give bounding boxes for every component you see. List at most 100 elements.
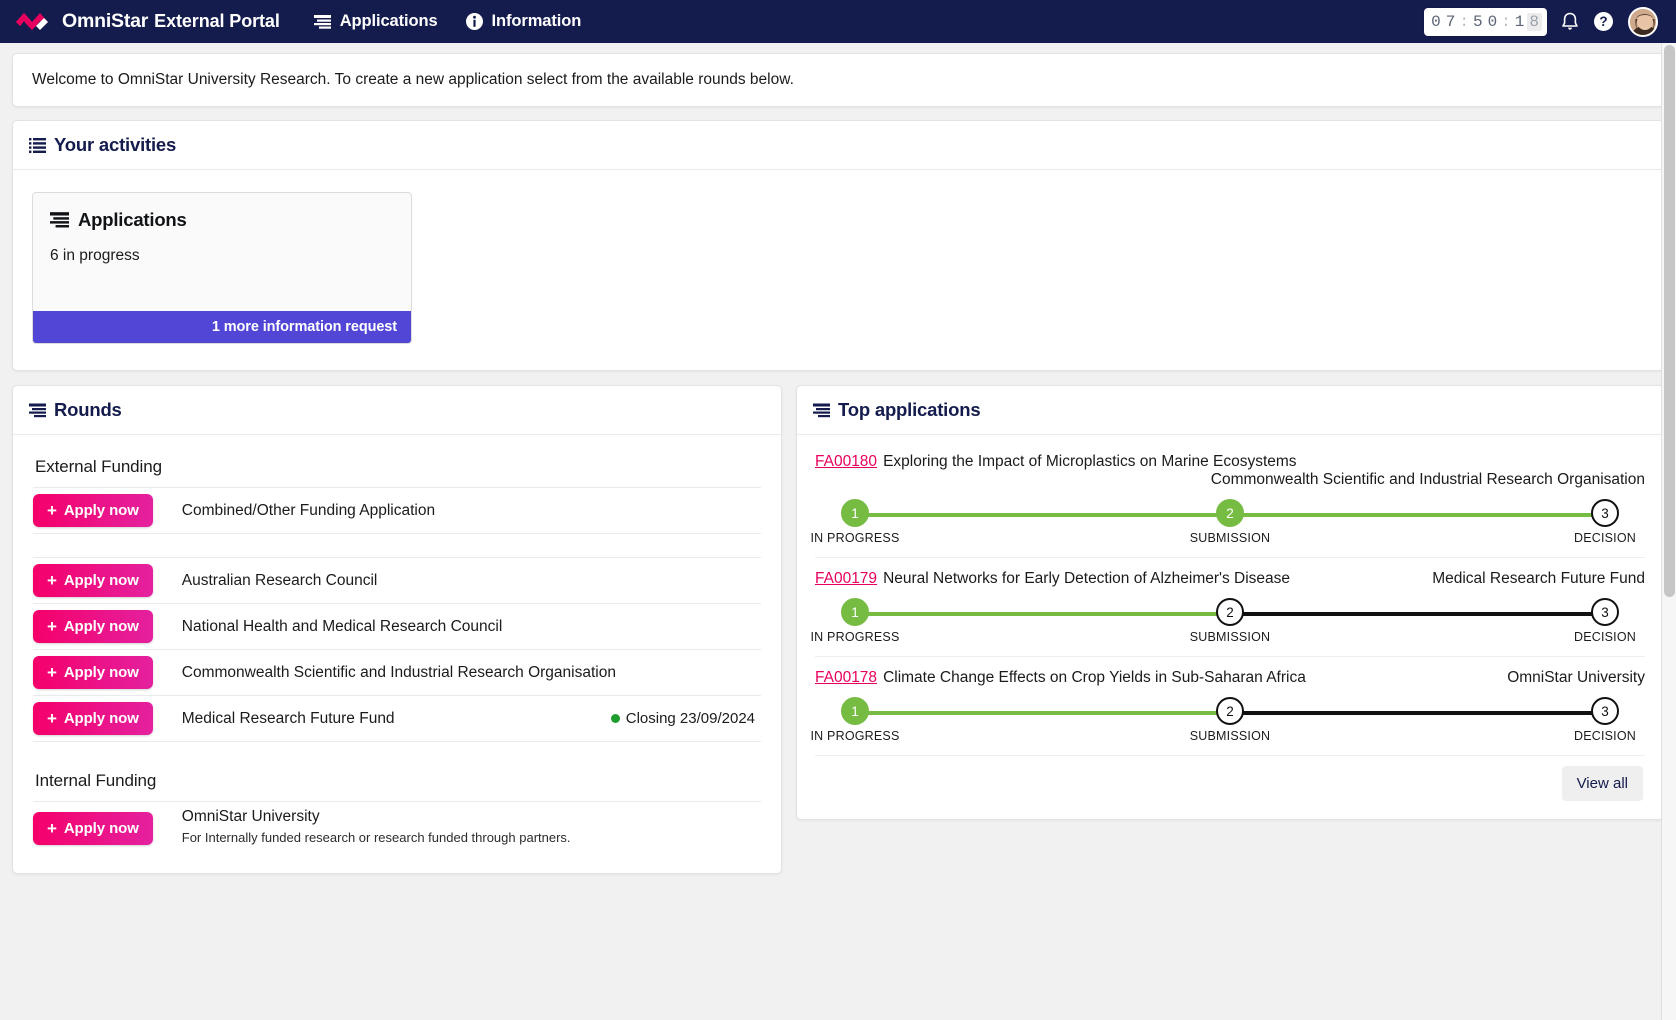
timer-digit: 5 bbox=[1472, 12, 1484, 31]
your-activities-panel: Your activities Applications 6 in progre… bbox=[12, 120, 1664, 371]
top-applications-title: Top applications bbox=[838, 399, 981, 420]
application-id-link[interactable]: FA00180 bbox=[815, 453, 877, 471]
stepper-segment bbox=[855, 513, 1230, 517]
round-row: + Apply now OmniStar University For Inte… bbox=[33, 801, 761, 851]
application-heading: FA00178 Climate Change Effects on Crop Y… bbox=[815, 669, 1645, 687]
page-content: Welcome to OmniStar University Research.… bbox=[0, 43, 1676, 1020]
nav-item-applications[interactable]: Applications bbox=[313, 12, 438, 31]
apply-now-label: Apply now bbox=[63, 502, 139, 519]
apply-now-button[interactable]: + Apply now bbox=[33, 610, 153, 643]
round-label: OmniStar University bbox=[181, 808, 320, 825]
user-avatar[interactable] bbox=[1628, 6, 1658, 37]
round-label: National Health and Medical Research Cou… bbox=[181, 617, 503, 635]
application-organisation: Commonwealth Scientific and Industrial R… bbox=[1210, 471, 1645, 488]
stepper-node-number: 3 bbox=[1601, 505, 1609, 521]
stepper-node-number: 1 bbox=[851, 505, 859, 521]
stepper-node-1[interactable]: 1 bbox=[841, 598, 869, 626]
more-information-request-banner[interactable]: 1 more information request bbox=[33, 311, 411, 343]
stepper-label-1: IN PROGRESS bbox=[810, 531, 900, 545]
apply-now-label: Apply now bbox=[63, 618, 139, 635]
applications-tile-title-row: Applications bbox=[50, 209, 394, 231]
stepper-segment bbox=[1230, 612, 1605, 616]
view-all-button[interactable]: View all bbox=[1561, 766, 1643, 801]
round-row: + Apply now Commonwealth Scientific and … bbox=[33, 649, 761, 695]
application-id-link[interactable]: FA00178 bbox=[815, 669, 877, 687]
stepper-node-1[interactable]: 1 bbox=[841, 499, 869, 527]
apply-now-button[interactable]: + Apply now bbox=[33, 656, 153, 689]
applications-tile-top: Applications 6 in progress bbox=[33, 193, 411, 311]
timer-separator: : bbox=[1501, 12, 1512, 31]
stepper-label-3: DECISION bbox=[1573, 630, 1637, 644]
closing-status: Closing 23/09/2024 bbox=[610, 710, 761, 727]
rounds-group-title: Internal Funding bbox=[35, 771, 157, 790]
timer-digit: 7 bbox=[1445, 12, 1457, 31]
stepper-node-3[interactable]: 3 bbox=[1591, 499, 1619, 527]
stepper-node-number: 3 bbox=[1601, 604, 1609, 620]
nav-item-information-label: Information bbox=[491, 12, 582, 30]
apply-now-label: Apply now bbox=[63, 664, 139, 681]
closing-date: Closing 23/09/2024 bbox=[625, 710, 755, 727]
round-row: + Apply now Combined/Other Funding Appli… bbox=[33, 487, 761, 533]
help-button[interactable]: ? bbox=[1593, 11, 1614, 32]
omnistar-logo-icon bbox=[16, 12, 48, 30]
stepper-node-1[interactable]: 1 bbox=[841, 697, 869, 725]
stepper-node-2[interactable]: 2 bbox=[1216, 697, 1244, 725]
application-id-link[interactable]: FA00179 bbox=[815, 570, 877, 588]
stepper-node-number: 2 bbox=[1226, 505, 1234, 521]
stepper-node-3[interactable]: 3 bbox=[1591, 598, 1619, 626]
info-icon bbox=[465, 13, 483, 30]
applications-tile[interactable]: Applications 6 in progress 1 more inform… bbox=[32, 192, 412, 344]
stepper-label-2: SUBMISSION bbox=[1189, 729, 1271, 743]
notifications-button[interactable] bbox=[1561, 12, 1579, 32]
stepper-segment bbox=[1230, 513, 1605, 517]
stepper-node-number: 2 bbox=[1226, 604, 1234, 620]
stepper-node-2[interactable]: 2 bbox=[1216, 598, 1244, 626]
stepper-node-number: 1 bbox=[851, 604, 859, 620]
stepper-node-3[interactable]: 3 bbox=[1591, 697, 1619, 725]
apply-now-button[interactable]: + Apply now bbox=[33, 702, 153, 735]
stepper-segment bbox=[855, 711, 1230, 715]
plus-icon: + bbox=[47, 663, 57, 682]
plus-icon: + bbox=[47, 571, 57, 590]
stepper-label-2: SUBMISSION bbox=[1189, 531, 1271, 545]
apply-now-button[interactable]: + Apply now bbox=[33, 494, 153, 527]
stack-icon bbox=[813, 403, 830, 417]
nav-right-tools: 0 7 : 5 0 : 1 8 ? bbox=[1424, 6, 1666, 37]
round-description: For Internally funded research or resear… bbox=[181, 830, 571, 845]
view-all-container: View all bbox=[815, 756, 1645, 805]
your-activities-body: Applications 6 in progress 1 more inform… bbox=[13, 170, 1663, 370]
nav-item-information[interactable]: Information bbox=[465, 12, 582, 31]
rounds-header: Rounds bbox=[13, 386, 781, 435]
application-heading: FA00180 Exploring the Impact of Micropla… bbox=[815, 453, 1645, 489]
question-mark-icon: ? bbox=[1594, 12, 1613, 31]
apply-now-button[interactable]: + Apply now bbox=[33, 812, 153, 845]
plus-icon: + bbox=[47, 617, 57, 636]
apply-now-button[interactable]: + Apply now bbox=[33, 564, 153, 597]
top-applications-body: FA00180 Exploring the Impact of Micropla… bbox=[797, 435, 1663, 819]
stack-icon bbox=[313, 14, 331, 29]
round-row-spacer bbox=[33, 533, 761, 557]
top-applications-header: Top applications bbox=[797, 386, 1663, 435]
stepper-node-2[interactable]: 2 bbox=[1216, 499, 1244, 527]
application-row: FA00179 Neural Networks for Early Detect… bbox=[810, 558, 1645, 657]
rounds-title: Rounds bbox=[54, 399, 122, 420]
timer-digit: 0 bbox=[1487, 12, 1499, 31]
application-title: Exploring the Impact of Microplastics on… bbox=[883, 453, 1297, 470]
top-navigation-bar: OmniStar External Portal Applications In… bbox=[0, 0, 1676, 43]
stack-icon bbox=[50, 212, 69, 228]
nav-item-applications-label: Applications bbox=[339, 12, 438, 30]
stepper-segment bbox=[1230, 711, 1605, 715]
brand-logo[interactable]: OmniStar bbox=[14, 10, 148, 33]
round-row: + Apply now National Health and Medical … bbox=[33, 603, 761, 649]
round-row: + Apply now Medical Research Future Fund… bbox=[33, 695, 761, 741]
stepper-label-1: IN PROGRESS bbox=[810, 729, 900, 743]
page-scrollbar[interactable] bbox=[1661, 43, 1676, 1020]
scrollbar-thumb[interactable] bbox=[1664, 45, 1675, 597]
timer-digit: 0 bbox=[1431, 12, 1442, 31]
rounds-body: External Funding + Apply now Combined/Ot… bbox=[13, 435, 781, 873]
plus-icon: + bbox=[47, 501, 57, 520]
welcome-banner: Welcome to OmniStar University Research.… bbox=[12, 53, 1664, 107]
welcome-message: Welcome to OmniStar University Research.… bbox=[32, 71, 794, 88]
status-dot-icon bbox=[610, 714, 620, 723]
applications-tile-subtitle: 6 in progress bbox=[50, 247, 140, 264]
